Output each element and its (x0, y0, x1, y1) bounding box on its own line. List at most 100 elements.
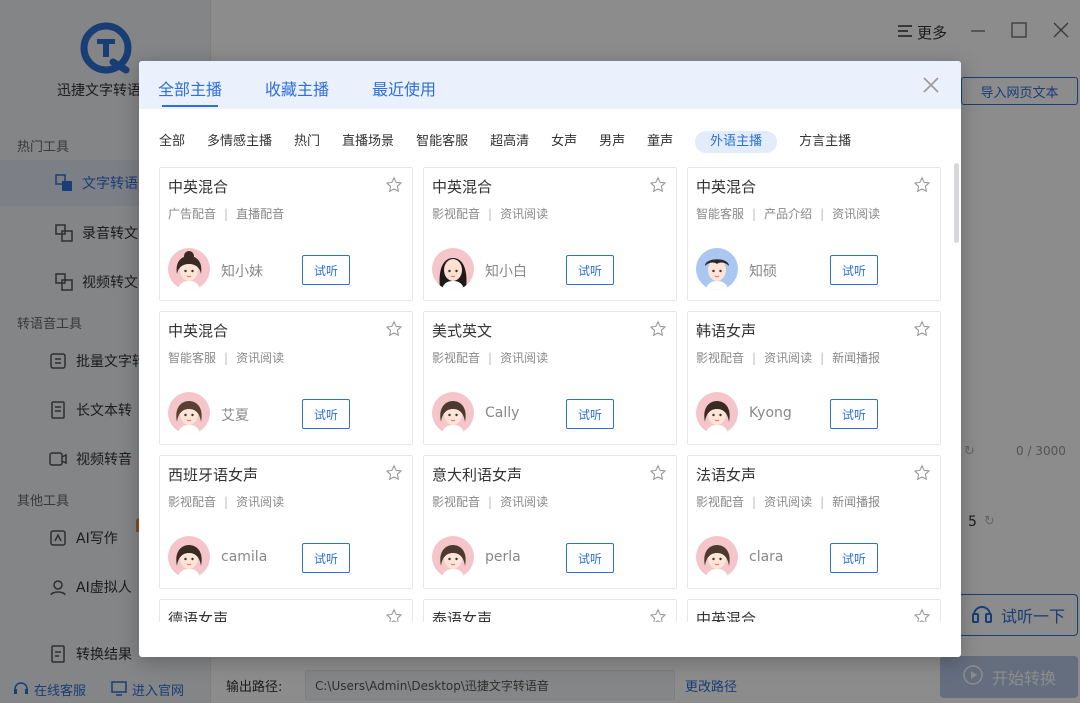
voice-title: 法语女声 (696, 466, 757, 484)
star-icon[interactable] (649, 176, 667, 194)
voice-tags: 影视配音 | 资讯阅读 | 新闻播报 (696, 493, 880, 510)
voice-card[interactable]: 中英混合 广告配音 | 直播配音 知小妹 试听 (159, 167, 413, 301)
voice-tags: 影视配音 | 资讯阅读 (432, 493, 548, 510)
tag-separator: | (820, 351, 825, 365)
star-icon[interactable] (385, 320, 403, 338)
speaker-name: camila (221, 549, 268, 565)
voice-card[interactable]: 中英混合 影视配音 | 资讯阅读 知小白 试听 (423, 167, 677, 301)
avatar (168, 392, 210, 434)
avatar (696, 392, 738, 434)
scrollbar[interactable] (954, 163, 959, 243)
voice-tag: 广告配音 (168, 207, 217, 221)
speaker-name: clara (749, 549, 784, 565)
voice-tags: 影视配音 | 资讯阅读 (432, 205, 548, 222)
voice-title: 西班牙语女声 (168, 466, 259, 484)
category-live[interactable]: 直播场景 (342, 131, 394, 153)
avatar (432, 536, 474, 578)
try-listen-button[interactable]: 试听 (566, 543, 614, 573)
star-icon[interactable] (649, 320, 667, 338)
star-icon[interactable] (649, 608, 667, 622)
try-listen-button[interactable]: 试听 (830, 543, 878, 573)
voice-card[interactable]: 泰语女声 (423, 599, 677, 622)
try-listen-button[interactable]: 试听 (302, 255, 350, 285)
voice-card[interactable]: 意大利语女声影视配音 | 资讯阅读 perla 试听 (423, 455, 677, 589)
voice-tags: 智能客服 | 产品介绍 | 资讯阅读 (696, 205, 880, 222)
voice-grid: 中英混合 广告配音 | 直播配音 知小妹 试听 中英混合 影视配音 | 资讯阅读 知小白 试听 中英混合… (159, 167, 941, 622)
tag-separator: | (224, 351, 229, 365)
avatar (168, 536, 210, 578)
tab-recent-voices[interactable]: 最近使用 (372, 76, 436, 100)
star-icon[interactable] (385, 176, 403, 194)
voice-card[interactable]: 韩语女声 影视配音 | 资讯阅读 | 新闻播报 Kyong 试听 (687, 311, 941, 445)
star-icon[interactable] (385, 608, 403, 622)
voice-card[interactable]: 德语女声 (159, 599, 413, 622)
voice-card[interactable]: 中英混合 智能客服 | 产品介绍 | 资讯阅读 知硕 试听 (687, 167, 941, 301)
tag-separator: | (224, 207, 229, 221)
try-listen-button[interactable]: 试听 (830, 399, 878, 429)
speaker-name: perla (485, 549, 521, 565)
tag-separator: | (224, 495, 229, 509)
category-all[interactable]: 全部 (159, 131, 185, 153)
voice-tag: 资讯阅读 (832, 207, 881, 221)
try-listen-button[interactable]: 试听 (566, 255, 614, 285)
voice-card[interactable]: 西班牙语女声影视配音 | 资讯阅读 camila 试听 (159, 455, 413, 589)
try-listen-button[interactable]: 试听 (830, 255, 878, 285)
voice-tag: 影视配音 (432, 207, 481, 221)
star-icon[interactable] (913, 176, 931, 194)
voice-title: 中英混合 (696, 178, 757, 196)
voice-card[interactable]: 中英混合 (687, 599, 941, 622)
tab-favorite-voices[interactable]: 收藏主播 (265, 76, 329, 100)
voice-title: 中英混合 (168, 322, 229, 340)
voice-card[interactable]: 中英混合智能客服 | 资讯阅读艾夏 试听 (159, 311, 413, 445)
category-hot[interactable]: 热门 (294, 131, 320, 153)
tag-separator: | (752, 351, 757, 365)
speaker-name: 知小妹 (221, 264, 263, 280)
voice-picker-modal: 全部主播 收藏主播 最近使用 全部 多情感主播 热门 直播场景 智能客服 超高清… (139, 61, 961, 657)
avatar (696, 248, 738, 290)
star-icon[interactable] (913, 608, 931, 622)
voice-card[interactable]: 美式英文 影视配音 | 资讯阅读 Cally 试听 (423, 311, 677, 445)
speaker-name: 艾夏 (221, 408, 249, 424)
avatar (696, 536, 738, 578)
voice-tag: 资讯阅读 (764, 351, 813, 365)
star-icon[interactable] (913, 320, 931, 338)
voice-tags: 智能客服 | 资讯阅读 (168, 349, 284, 366)
category-foreign[interactable]: 外语主播 (695, 131, 778, 153)
voice-title: 意大利语女声 (432, 466, 523, 484)
avatar (432, 392, 474, 434)
category-female[interactable]: 女声 (551, 131, 577, 153)
voice-tag: 产品介绍 (764, 207, 813, 221)
voice-tag: 影视配音 (432, 495, 481, 509)
try-listen-button[interactable]: 试听 (302, 543, 350, 573)
close-icon[interactable] (921, 75, 941, 95)
voice-tag: 影视配音 (432, 351, 481, 365)
speaker-name: Cally (485, 405, 520, 421)
tag-separator: | (488, 351, 493, 365)
category-filter: 全部 多情感主播 热门 直播场景 智能客服 超高清 女声 男声 童声 外语主播 … (159, 131, 873, 153)
voice-tag: 新闻播报 (832, 351, 881, 365)
voice-tag: 资讯阅读 (500, 207, 549, 221)
category-child[interactable]: 童声 (647, 131, 673, 153)
category-dialect[interactable]: 方言主播 (799, 131, 851, 153)
star-icon[interactable] (913, 464, 931, 482)
star-icon[interactable] (649, 464, 667, 482)
tab-all-voices[interactable]: 全部主播 (158, 76, 222, 107)
voice-tag: 资讯阅读 (500, 351, 549, 365)
voice-tag: 智能客服 (168, 351, 217, 365)
voice-tag: 影视配音 (696, 495, 745, 509)
category-hd[interactable]: 超高清 (490, 131, 529, 153)
voice-tags: 影视配音 | 资讯阅读 (168, 493, 284, 510)
star-icon[interactable] (385, 464, 403, 482)
category-emotional[interactable]: 多情感主播 (207, 131, 272, 153)
tag-separator: | (488, 207, 493, 221)
try-listen-button[interactable]: 试听 (566, 399, 614, 429)
speaker-name: Kyong (749, 405, 792, 421)
category-service[interactable]: 智能客服 (416, 131, 468, 153)
try-listen-button[interactable]: 试听 (302, 399, 350, 429)
category-male[interactable]: 男声 (599, 131, 625, 153)
tag-separator: | (752, 495, 757, 509)
voice-tag: 影视配音 (696, 351, 745, 365)
voice-card[interactable]: 法语女声 影视配音 | 资讯阅读 | 新闻播报 clara 试听 (687, 455, 941, 589)
voice-title: 中英混合 (432, 178, 493, 196)
voice-tag: 资讯阅读 (236, 351, 285, 365)
